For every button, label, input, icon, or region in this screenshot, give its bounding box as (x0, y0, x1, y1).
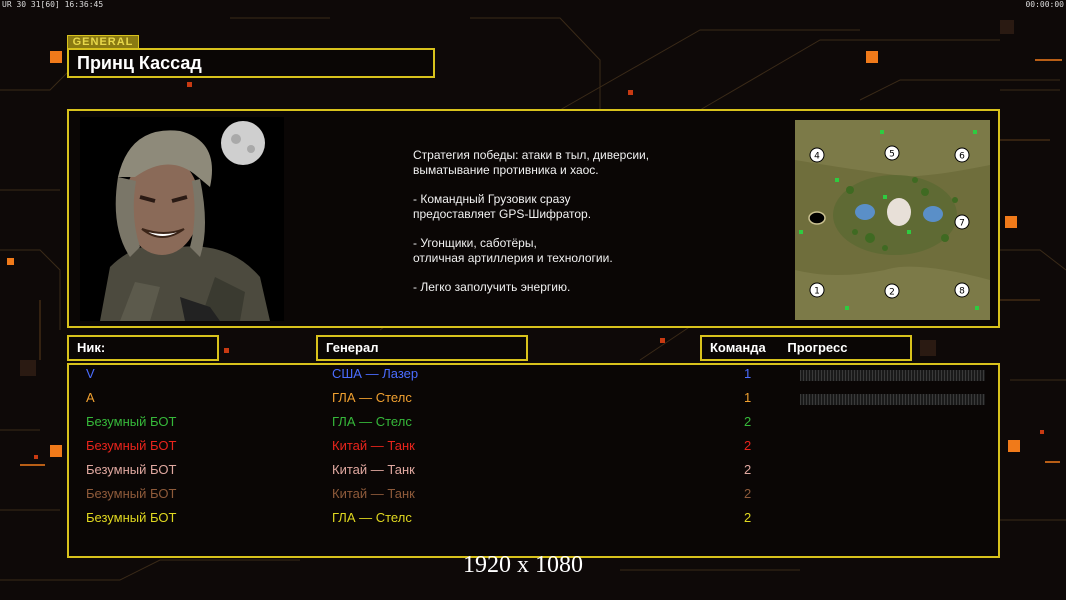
player-progress-bar (800, 370, 985, 381)
player-team: 2 (744, 462, 752, 477)
description-line: - Командный Грузовик сразу предоставляет… (413, 192, 592, 221)
player-row: Безумный БОТ Китай — Танк 2 (86, 462, 986, 484)
player-row: Безумный БОТ ГЛА — Стелс 2 (86, 510, 986, 532)
column-header-nick: Ник: (67, 335, 219, 361)
start-slot-label: 5 (889, 150, 895, 160)
player-team: 2 (744, 510, 752, 525)
player-row: Безумный БОТ Китай — Танк 2 (86, 438, 986, 460)
start-slot-label: 2 (889, 288, 895, 298)
player-general: ГЛА — Стелс (332, 414, 412, 429)
column-header-general: Генерал (316, 335, 528, 361)
map-preview: 4 5 6 7 1 2 8 (795, 120, 990, 320)
player-general: ГЛА — Стелс (332, 390, 412, 405)
player-general: ГЛА — Стелс (332, 510, 412, 525)
player-general: Китай — Танк (332, 486, 415, 501)
general-name-title: Принц Кассад (67, 48, 435, 78)
player-nick: A (86, 390, 95, 405)
description-line: Стратегия победы: атаки в тыл, диверсии,… (413, 148, 650, 177)
strategy-description: Стратегия победы: атаки в тыл, диверсии,… (413, 148, 713, 309)
player-row: V США — Лазер 1 (86, 366, 986, 388)
general-portrait (80, 117, 284, 321)
debug-clock-right: 00:00:00 (1025, 0, 1064, 9)
description-line: - Угонщики, саботёры, отличная артиллери… (413, 236, 613, 265)
start-slot-label: 7 (959, 219, 965, 229)
player-team: 1 (744, 390, 752, 405)
general-tag: GENERAL (67, 35, 139, 49)
player-nick: Безумный БОТ (86, 414, 177, 429)
start-slot-label: 6 (959, 152, 965, 162)
column-header-team-progress: Команда Прогресс (700, 335, 912, 361)
player-team: 2 (744, 414, 752, 429)
player-nick: Безумный БОТ (86, 462, 177, 477)
start-slot-label: 8 (959, 287, 965, 297)
description-line: - Легко заполучить энергию. (413, 280, 571, 294)
player-general: Китай — Танк (332, 438, 415, 453)
start-slot-label: 4 (814, 152, 820, 162)
player-team: 2 (744, 438, 752, 453)
player-nick: Безумный БОТ (86, 510, 177, 525)
column-header-team: Команда (710, 340, 766, 355)
column-header-progress: Прогресс (787, 340, 848, 355)
player-team: 2 (744, 486, 752, 501)
player-nick: Безумный БОТ (86, 438, 177, 453)
player-row: Безумный БОТ Китай — Танк 2 (86, 486, 986, 508)
player-row: Безумный БОТ ГЛА — Стелс 2 (86, 414, 986, 436)
player-team: 1 (744, 366, 752, 381)
player-nick: V (86, 366, 95, 381)
player-nick: Безумный БОТ (86, 486, 177, 501)
player-progress-bar (800, 394, 985, 405)
resolution-overlay: 1920 x 1080 (463, 552, 583, 578)
player-general: Китай — Танк (332, 462, 415, 477)
player-row: A ГЛА — Стелс 1 (86, 390, 986, 412)
player-general: США — Лазер (332, 366, 419, 381)
start-slot-label: 1 (814, 287, 820, 297)
debug-info-left: UR 30 31[60] 16:36:45 (2, 0, 104, 9)
